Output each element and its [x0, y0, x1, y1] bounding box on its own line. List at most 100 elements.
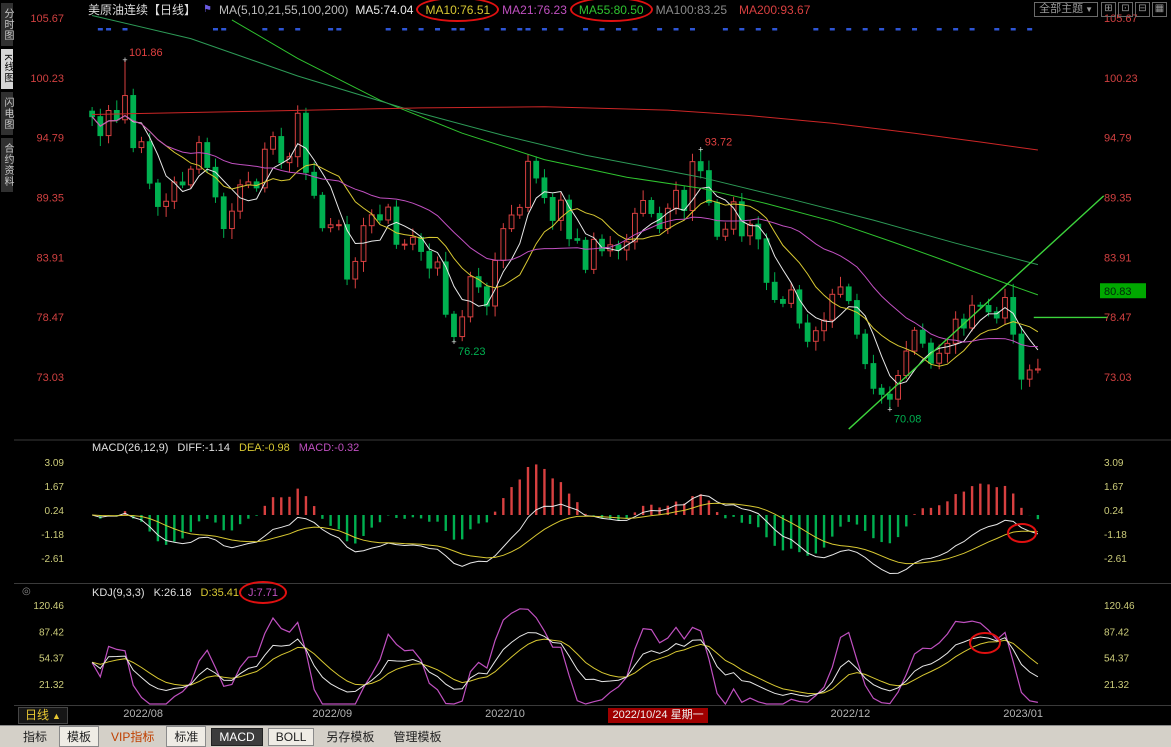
svg-text:94.79: 94.79 [1104, 133, 1132, 145]
tab-template[interactable]: 模板 [59, 726, 99, 747]
kdj-panel-header: KDJ(9,3,3) K:26.18 D:35.41 J:7.71 [92, 587, 278, 599]
svg-text:54.37: 54.37 [1104, 654, 1129, 665]
selected-date-label: 2022/10/24 星期一 [608, 708, 707, 723]
ma-value-label: MA55:80.50 [579, 3, 644, 17]
layout-grid-icon[interactable]: ▦ [1152, 2, 1167, 17]
left-sidebar: 分时图 K线图闪电图合约资料 [0, 0, 14, 725]
tab-macd[interactable]: MACD [211, 728, 262, 746]
ma-value-label: MA5:74.04 [355, 3, 413, 17]
time-axis: 2022/082022/092022/102022/10/24 星期一2022/… [0, 706, 1171, 725]
period-label: 日线 [25, 708, 49, 722]
tab-boll[interactable]: BOLL [268, 728, 315, 746]
window-controls: 全部主题▼ ⊞⊡⊟▦ [1034, 2, 1167, 17]
theme-selector-label: 全部主题 [1039, 3, 1083, 15]
svg-text:120.46: 120.46 [1104, 601, 1135, 612]
svg-text:87.42: 87.42 [1104, 627, 1129, 638]
theme-selector-button[interactable]: 全部主题▼ [1034, 2, 1098, 17]
svg-text:93.72: 93.72 [705, 136, 733, 148]
svg-text:0.24: 0.24 [1104, 506, 1124, 517]
svg-text:3.09: 3.09 [1104, 458, 1124, 469]
svg-text:0.24: 0.24 [45, 506, 65, 517]
svg-text:1.67: 1.67 [1104, 482, 1124, 493]
symbol-title: 美原油连续【日线】 [88, 1, 196, 18]
ma-group-label: MA(5,10,21,55,100,200) [219, 3, 348, 17]
layout-icons-group: ⊞⊡⊟▦ [1101, 2, 1167, 17]
svg-text:83.91: 83.91 [36, 252, 64, 264]
kline-chart-canvas[interactable]: +101.86+76.23+93.72+70.08105.67105.67100… [0, 0, 1171, 725]
ma-lines-layer [92, 16, 1038, 385]
svg-text:73.03: 73.03 [36, 372, 64, 384]
svg-text:+: + [698, 144, 703, 154]
svg-text:76.23: 76.23 [458, 346, 486, 358]
svg-text:101.86: 101.86 [129, 47, 163, 59]
svg-text:54.37: 54.37 [39, 654, 64, 665]
layout-rows-icon[interactable]: ⊟ [1135, 2, 1150, 17]
bottom-toolbar: 指标模板 VIP指标标准 MACD BOLL另存模板管理模板 [0, 725, 1171, 747]
time-axis-label: 2022/08 [123, 708, 163, 720]
trendlines-layer [849, 196, 1108, 429]
chart-header: 美原油连续【日线】 ⚑ MA(5,10,21,55,100,200) MA5:7… [88, 2, 810, 17]
indicator-value-label: D:35.41 [201, 587, 240, 599]
svg-text:21.32: 21.32 [39, 680, 64, 691]
svg-text:-1.18: -1.18 [1104, 530, 1127, 541]
svg-text:-2.61: -2.61 [1104, 554, 1127, 565]
svg-text:78.47: 78.47 [1104, 312, 1132, 324]
sidebar-item-kline-chart[interactable]: K线图 [1, 49, 13, 89]
tab-standard[interactable]: 标准 [166, 726, 206, 747]
svg-text:100.23: 100.23 [30, 73, 64, 85]
panel-settings-icon[interactable]: ◎ [22, 586, 31, 597]
svg-text:1.67: 1.67 [45, 482, 65, 493]
indicator-params-label: KDJ(9,3,3) [92, 587, 145, 599]
indicator-value-label: DEA:-0.98 [239, 442, 290, 454]
svg-text:+: + [451, 337, 456, 347]
time-axis-label: 2022/09 [312, 708, 352, 720]
tab-indicator[interactable]: 指标 [16, 727, 54, 746]
svg-text:100.23: 100.23 [1104, 73, 1138, 85]
indicator-value-label: DIFF:-1.14 [177, 442, 230, 454]
svg-text:-2.61: -2.61 [41, 554, 64, 565]
kdj-layer: 120.46 120.46 87.42 87.42 54.37 54.37 21.32 21.… [33, 601, 1135, 704]
tab-manage-template[interactable]: 管理模板 [386, 727, 448, 746]
ma-values-row: MA5:74.04 MA10:76.51 MA21:76.23 MA55:80.50 M… [355, 3, 810, 17]
indicator-value-label: K:26.18 [154, 587, 192, 599]
macd-panel-header: MACD(26,12,9) DIFF:-1.14 DEA:-0.98 MACD:-0.… [92, 442, 359, 454]
period-selector-button[interactable]: 日线▲ [18, 707, 68, 724]
svg-text:89.35: 89.35 [36, 193, 64, 205]
svg-text:105.67: 105.67 [30, 13, 64, 25]
price-tag: 80.83 [1100, 283, 1146, 298]
tab-vip-indicator[interactable]: VIP指标 [104, 727, 161, 746]
svg-text:94.79: 94.79 [36, 133, 64, 145]
chevron-down-icon: ▼ [1085, 5, 1093, 14]
annotation-ellipse [1008, 524, 1036, 542]
time-axis-label: 2022/12 [831, 708, 871, 720]
indicator-value-label: MACD:-0.32 [299, 442, 360, 454]
sidebar-item-time-share-chart[interactable]: 分时图 [1, 3, 13, 46]
svg-text:78.47: 78.47 [36, 312, 64, 324]
svg-text:21.32: 21.32 [1104, 680, 1129, 691]
svg-text:120.46: 120.46 [33, 601, 64, 612]
event-markers-layer [98, 28, 1032, 31]
macd-layer: 3.093.091.671.670.240.24-1.18-1.18-2.61-… [41, 458, 1127, 574]
svg-text:-1.18: -1.18 [41, 530, 64, 541]
svg-text:87.42: 87.42 [39, 627, 64, 638]
sidebar-item-flash-chart[interactable]: 闪电图 [1, 92, 13, 135]
indicator-params-label: MACD(26,12,9) [92, 442, 168, 454]
svg-text:+: + [887, 404, 892, 414]
indicator-value-label: J:7.71 [248, 587, 278, 599]
ma-value-label: MA200:93.67 [739, 3, 810, 17]
layout-quad-icon[interactable]: ⊞ [1101, 2, 1116, 17]
time-axis-label: 2023/01 [1003, 708, 1043, 720]
sidebar-item-contract-info[interactable]: 合约资料 [1, 138, 13, 192]
triangle-up-icon: ▲ [52, 711, 61, 721]
tab-save-template[interactable]: 另存模板 [319, 727, 381, 746]
svg-text:89.35: 89.35 [1104, 193, 1132, 205]
ma-value-label: MA10:76.51 [425, 3, 490, 17]
svg-text:73.03: 73.03 [1104, 372, 1132, 384]
ma-value-label: MA21:76.23 [502, 3, 567, 17]
app-root: +101.86+76.23+93.72+70.08105.67105.67100… [0, 0, 1171, 747]
layout-single-icon[interactable]: ⊡ [1118, 2, 1133, 17]
svg-text:83.91: 83.91 [1104, 252, 1132, 264]
formula-flag-icon: ⚑ [203, 4, 212, 15]
svg-text:80.83: 80.83 [1104, 286, 1132, 298]
svg-text:70.08: 70.08 [894, 413, 922, 425]
